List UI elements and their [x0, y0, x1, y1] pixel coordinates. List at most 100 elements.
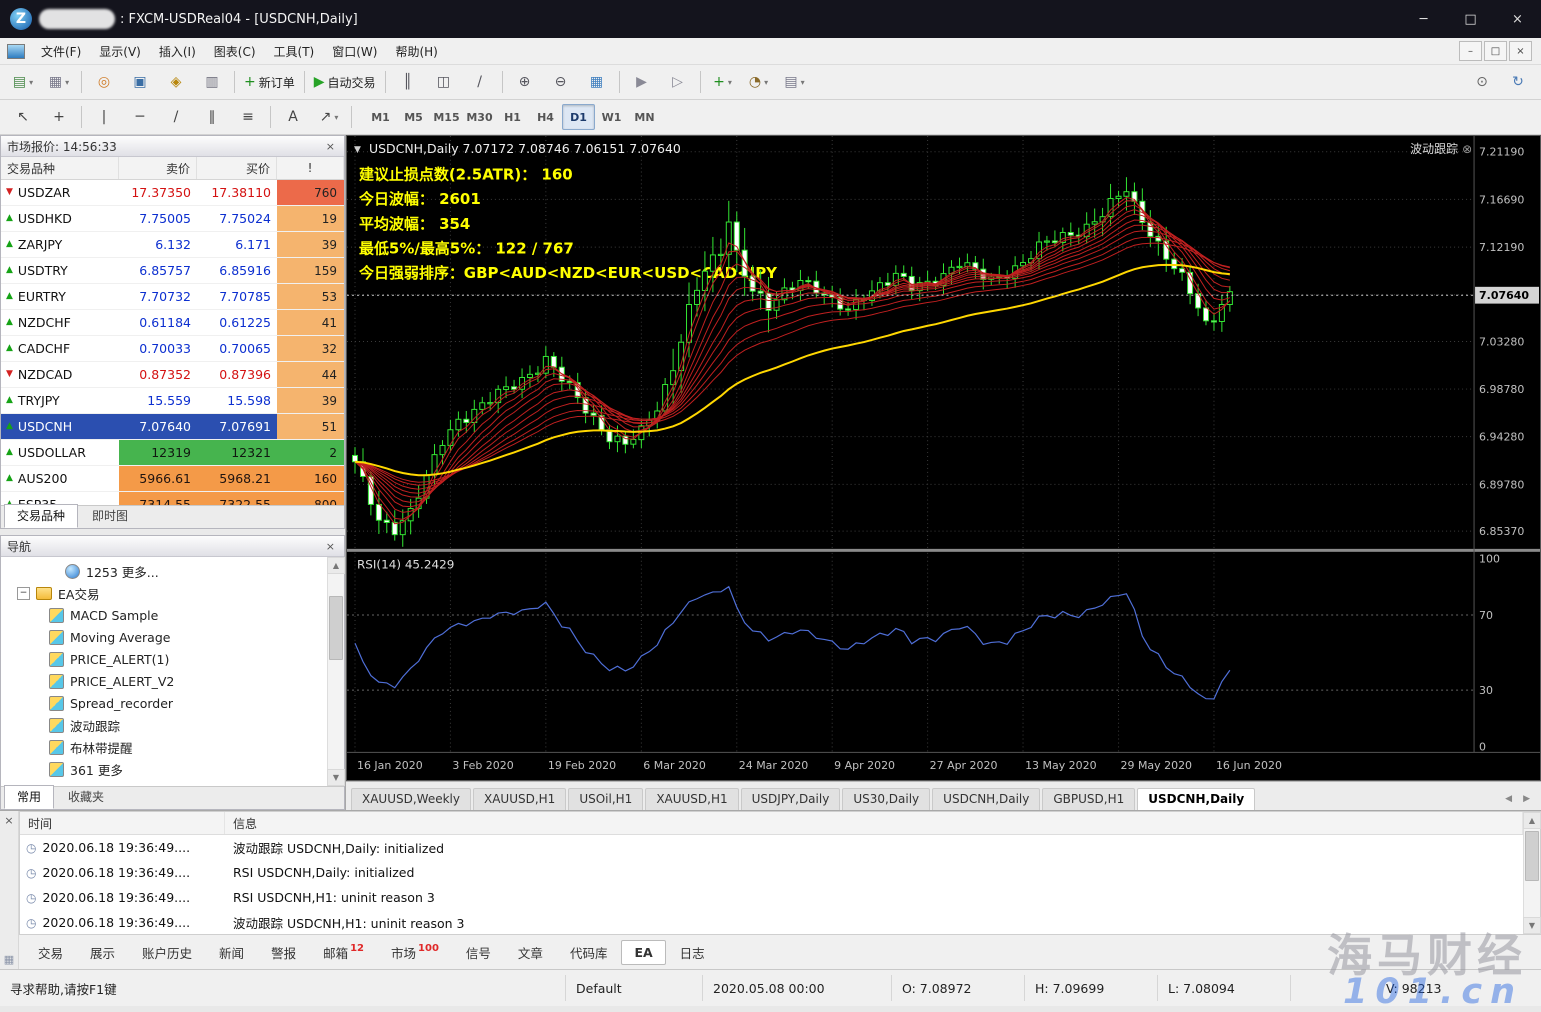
market-watch-row[interactable]: ▲ USDCNH 7.07640 7.07691 51 — [1, 414, 344, 440]
market-watch-row[interactable]: ▲ NZDCHF 0.61184 0.61225 41 — [1, 310, 344, 336]
journal-column-message[interactable]: 信息 — [225, 812, 1523, 834]
profiles-button[interactable]: ▦ ▾ — [41, 68, 77, 96]
search-button[interactable]: ⊙ — [1464, 68, 1500, 96]
scroll-up-icon[interactable]: ▲ — [327, 557, 345, 574]
horizontal-line-button[interactable]: ─ — [122, 103, 158, 131]
navigator-item[interactable]: 361 更多 — [1, 758, 327, 780]
journal-column-time[interactable]: 时间 — [20, 812, 225, 834]
minimize-button[interactable]: ─ — [1400, 0, 1447, 38]
chart-tab[interactable]: XAUUSD,Weekly — [351, 788, 471, 810]
data-window-button[interactable]: ▣ — [122, 68, 158, 96]
navigator-item[interactable]: 布林带提醒 — [1, 736, 327, 758]
navigator-item[interactable]: PRICE_ALERT_V2 — [1, 670, 327, 692]
menu-item-显示(V)[interactable]: 显示(V) — [90, 40, 150, 63]
column-symbol[interactable]: 交易品种 — [1, 157, 119, 179]
terminal-close-icon[interactable]: × — [4, 814, 13, 827]
chart-tab[interactable]: USDCNH,Daily — [1137, 788, 1256, 810]
zoom-in-button[interactable]: ⊕ — [507, 68, 543, 96]
scrollbar-thumb[interactable] — [329, 596, 343, 660]
terminal-tab-市场[interactable]: 市场 100 — [378, 938, 452, 967]
terminal-tab-新闻[interactable]: 新闻 — [206, 938, 257, 967]
terminal-tab-邮箱[interactable]: 邮箱 12 — [310, 938, 377, 967]
chart-tab[interactable]: XAUUSD,H1 — [472, 788, 567, 810]
navigator-tab-常用[interactable]: 常用 — [4, 785, 55, 809]
timeframe-h1-button[interactable]: H1 — [496, 104, 529, 130]
menu-item-图表(C)[interactable]: 图表(C) — [205, 40, 265, 63]
bar-chart-button[interactable]: ║ — [390, 68, 426, 96]
chart-tab[interactable]: USDJPY,Daily — [740, 788, 841, 810]
terminal-tab-文章[interactable]: 文章 — [505, 938, 556, 967]
vertical-line-button[interactable]: | — [86, 103, 122, 131]
new-chart-button[interactable]: ▤ ▾ — [5, 68, 41, 96]
collapse-icon[interactable]: − — [17, 586, 30, 600]
zoom-out-button[interactable]: ⊖ — [543, 68, 579, 96]
market-watch-row[interactable]: ▲ USDHKD 7.75005 7.75024 19 — [1, 206, 344, 232]
chart-tab[interactable]: USDCNH,Daily — [932, 788, 1041, 810]
column-ask[interactable]: 买价 — [197, 157, 277, 179]
terminal-tab-展示[interactable]: 展示 — [77, 938, 128, 967]
periods-button[interactable]: ◔ ▾ — [741, 68, 777, 96]
timeframe-w1-button[interactable]: W1 — [595, 104, 628, 130]
text-button[interactable]: A — [275, 103, 311, 131]
child-restore-button[interactable]: □ — [1484, 41, 1507, 61]
templates-button[interactable]: ▤ ▾ — [777, 68, 813, 96]
community-button[interactable]: ↻ — [1500, 68, 1536, 96]
scroll-down-icon[interactable]: ▼ — [327, 769, 345, 786]
chart-tab[interactable]: USOil,H1 — [568, 788, 644, 810]
maximize-button[interactable]: □ — [1447, 0, 1494, 38]
timeframe-d1-button[interactable]: D1 — [562, 104, 595, 130]
menu-item-插入(I)[interactable]: 插入(I) — [150, 40, 205, 63]
market-watch-tab-即时图[interactable]: 即时图 — [79, 504, 141, 528]
column-bid[interactable]: 卖价 — [119, 157, 197, 179]
channel-button[interactable]: ∥ — [194, 103, 230, 131]
cursor-button[interactable]: ↖ — [5, 103, 41, 131]
arrows-button[interactable]: ↗ ▾ — [311, 103, 347, 131]
navigator-item[interactable]: Moving Average — [1, 626, 327, 648]
terminal-tab-警报[interactable]: 警报 — [258, 938, 309, 967]
timeframe-m5-button[interactable]: M5 — [397, 104, 430, 130]
terminal-grid-icon[interactable]: ▦ — [4, 953, 14, 966]
terminal-tab-代码库[interactable]: 代码库 — [557, 938, 621, 967]
market-watch-row[interactable]: ▲ USDTRY 6.85757 6.85916 159 — [1, 258, 344, 284]
trendline-button[interactable]: / — [158, 103, 194, 131]
market-watch-row[interactable]: ▲ ZARJPY 6.132 6.171 39 — [1, 232, 344, 258]
timeframe-m1-button[interactable]: M1 — [364, 104, 397, 130]
scrollbar-thumb[interactable] — [1525, 831, 1539, 881]
navigator-item[interactable]: Spread_recorder — [1, 692, 327, 714]
navigator-item[interactable]: − EA交易 — [1, 582, 327, 604]
chart-tab[interactable]: XAUUSD,H1 — [645, 788, 739, 810]
candlestick-chart-button[interactable]: ◫ — [426, 68, 462, 96]
menu-item-工具(T)[interactable]: 工具(T) — [265, 40, 324, 63]
navigator-item[interactable]: MACD Sample — [1, 604, 327, 626]
chart-tabs-left-icon[interactable]: ◀ — [1501, 792, 1516, 806]
market-watch-toggle-button[interactable]: ◎ — [86, 68, 122, 96]
timeframe-m15-button[interactable]: M15 — [430, 104, 463, 130]
new-order-button[interactable]: + 新订单 — [239, 68, 300, 96]
navigator-tab-收藏夹[interactable]: 收藏夹 — [55, 785, 117, 809]
chart-tab[interactable]: GBPUSD,H1 — [1042, 788, 1136, 810]
auto-scroll-button[interactable]: ▶ — [624, 68, 660, 96]
terminal-scrollbar[interactable]: ▲ ▼ — [1523, 812, 1541, 934]
market-watch-row[interactable]: ▲ CADCHF 0.70033 0.70065 32 — [1, 336, 344, 362]
market-watch-close-icon[interactable]: × — [323, 140, 338, 153]
column-spread[interactable]: ! — [277, 157, 344, 179]
navigator-item[interactable]: 1253 更多... — [1, 560, 327, 582]
terminal-toggle-button[interactable]: ▥ — [194, 68, 230, 96]
child-minimize-button[interactable]: – — [1459, 41, 1482, 61]
chart-shift-button[interactable]: ▷ — [660, 68, 696, 96]
child-close-button[interactable]: × — [1509, 41, 1532, 61]
price-chart[interactable]: 建议止损点数(2.5ATR)： 160 今日波幅： 2601 平均波幅： 354 最低… — [347, 136, 1540, 780]
terminal-tab-账户历史[interactable]: 账户历史 — [129, 938, 205, 967]
market-watch-row[interactable]: ▲ EURTRY 7.70732 7.70785 53 — [1, 284, 344, 310]
terminal-tab-EA[interactable]: EA — [621, 939, 666, 965]
menu-item-窗口(W)[interactable]: 窗口(W) — [323, 40, 386, 63]
chart-tab[interactable]: US30,Daily — [842, 788, 931, 810]
scroll-down-icon[interactable]: ▼ — [1523, 917, 1541, 934]
market-watch-tab-交易品种[interactable]: 交易品种 — [4, 504, 79, 528]
menu-item-文件(F)[interactable]: 文件(F) — [32, 40, 90, 63]
timeframe-h4-button[interactable]: H4 — [529, 104, 562, 130]
chart-tabs-right-icon[interactable]: ▶ — [1519, 792, 1534, 806]
market-watch-row[interactable]: ▼ NZDCAD 0.87352 0.87396 44 — [1, 362, 344, 388]
navigator-toggle-button[interactable]: ◈ — [158, 68, 194, 96]
navigator-item[interactable]: PRICE_ALERT(1) — [1, 648, 327, 670]
